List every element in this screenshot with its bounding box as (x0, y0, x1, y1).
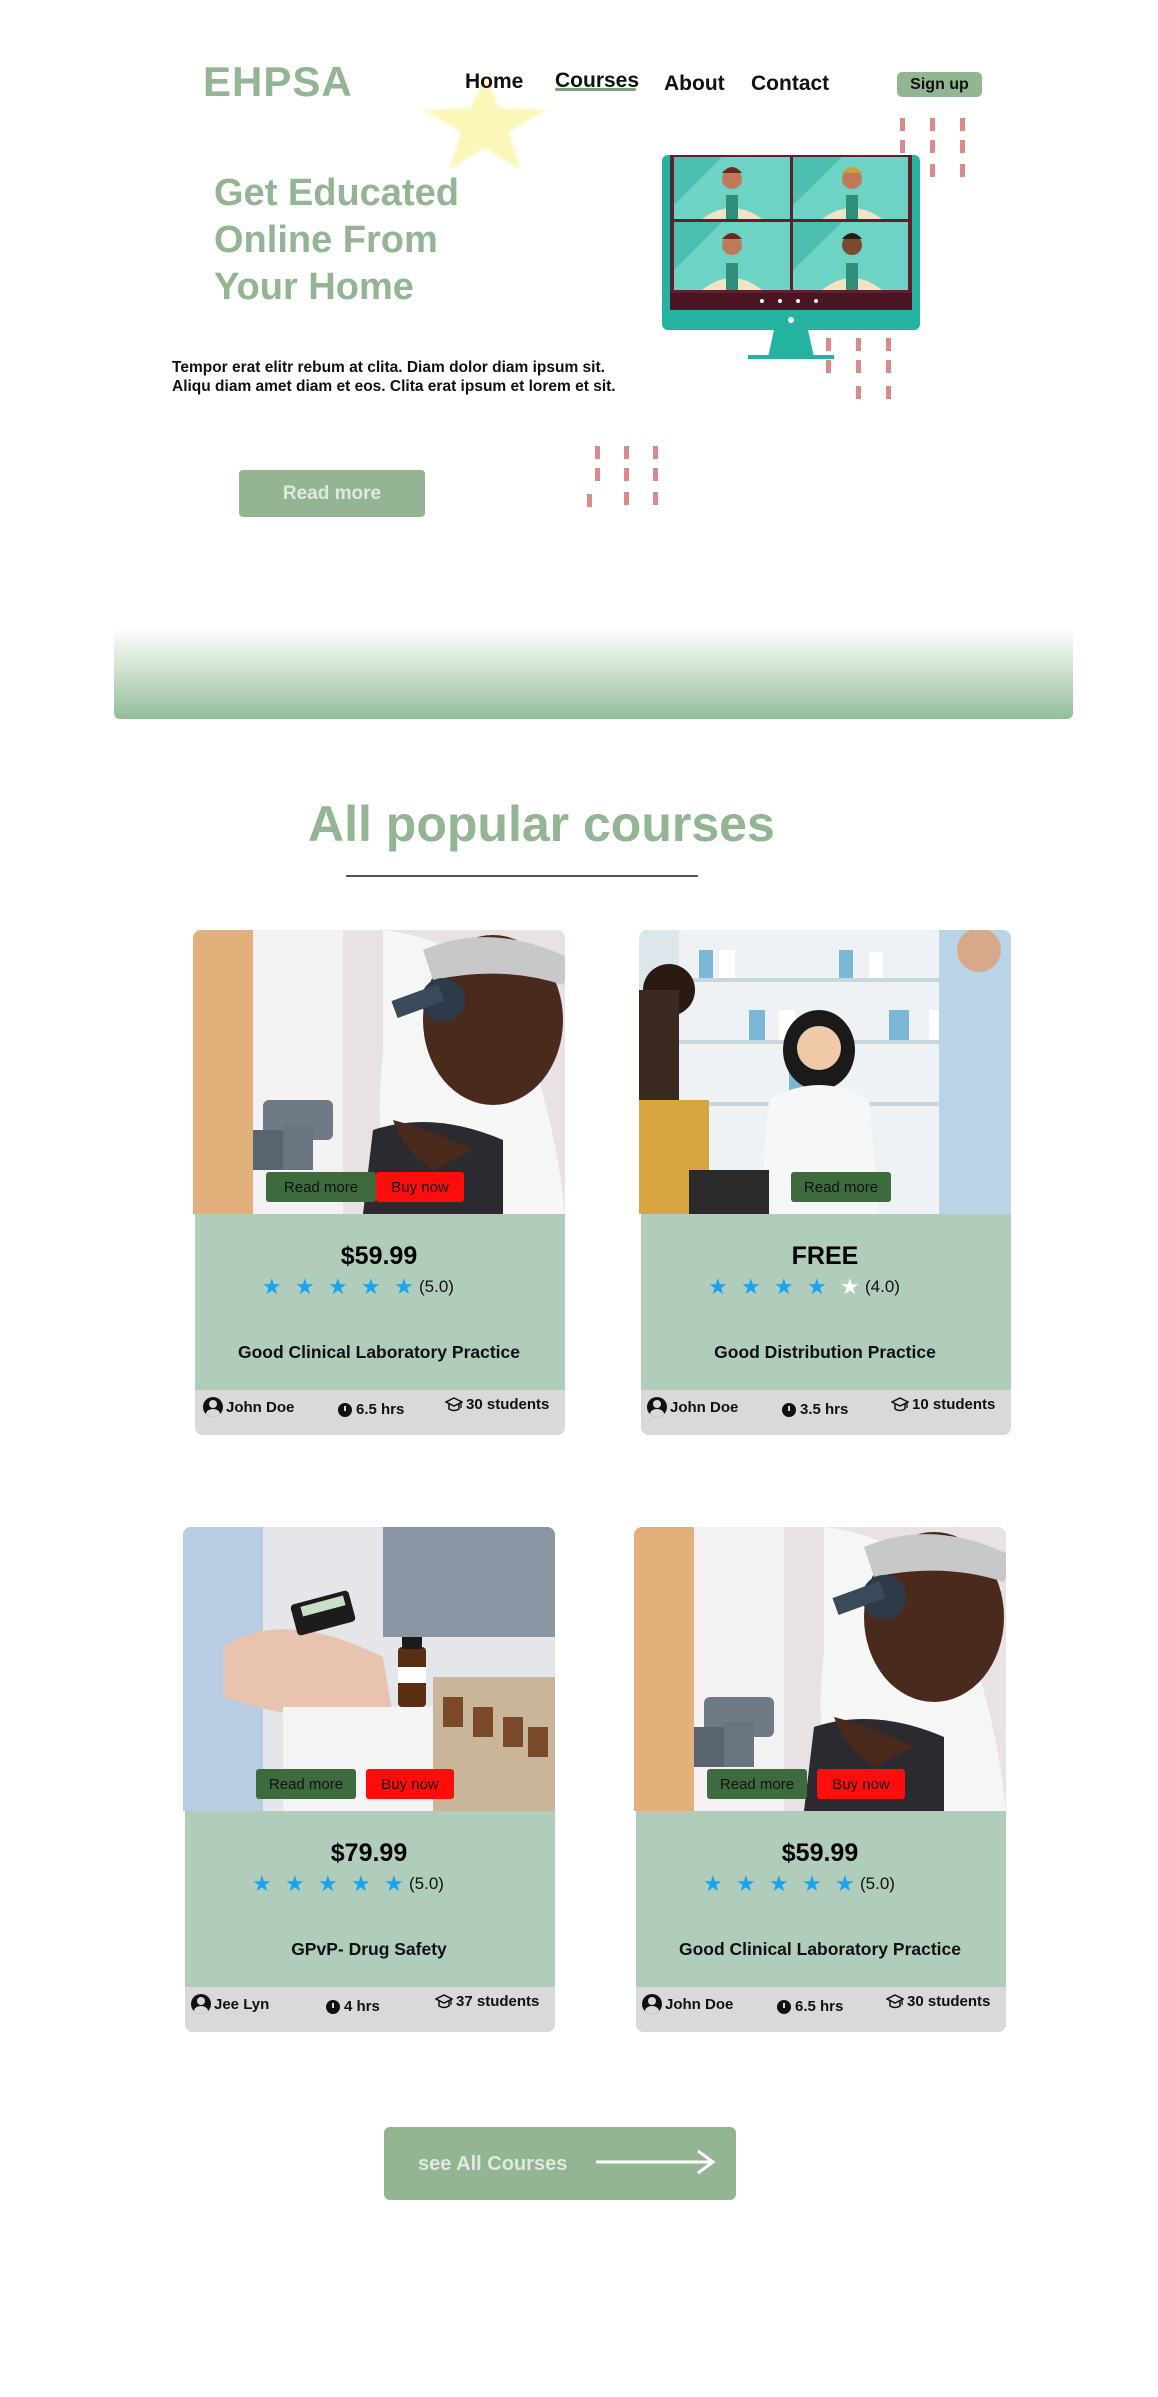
signup-button[interactable]: Sign up (897, 72, 982, 97)
star-filled-icon: ★ (295, 1274, 315, 1299)
course-title[interactable]: Good Distribution Practice (639, 1342, 1011, 1363)
course-students: 37 students (435, 1993, 539, 2010)
star-filled-icon: ★ (774, 1274, 794, 1299)
star-filled-icon: ★ (361, 1274, 381, 1299)
clock-icon (782, 1402, 796, 1417)
course-read-more-button[interactable]: Read more (266, 1172, 376, 1202)
course-students: 10 students (891, 1396, 995, 1413)
course-students-count: 37 students (456, 1993, 540, 2010)
see-all-courses-label: see All Courses (418, 2153, 568, 2175)
nav-contact[interactable]: Contact (751, 72, 829, 96)
course-author: John Doe (203, 1397, 294, 1417)
site-logo[interactable]: EHPSA (203, 58, 353, 106)
star-filled-icon: ★ (802, 1871, 822, 1896)
course-read-more-button[interactable]: Read more (791, 1172, 891, 1202)
star-filled-icon: ★ (285, 1871, 305, 1896)
course-read-more-button[interactable]: Read more (707, 1769, 807, 1799)
course-buy-now-button[interactable]: Buy now (376, 1172, 464, 1202)
rating-score: (5.0) (860, 1874, 895, 1893)
course-author-name: John Doe (670, 1398, 739, 1416)
graduation-cap-icon (445, 1396, 463, 1411)
course-title[interactable]: Good Clinical Laboratory Practice (193, 1342, 565, 1363)
course-duration: 4 hrs (326, 1998, 380, 2015)
graduation-cap-icon (891, 1396, 909, 1411)
course-card[interactable]: Read more Buy now $59.99 ★ ★ ★ ★ ★ (5.0) Good Cli… (193, 930, 565, 1435)
rating-score: (5.0) (419, 1277, 454, 1296)
course-students-count: 30 students (907, 1993, 991, 2010)
course-author-name: John Doe (665, 1995, 734, 2013)
user-avatar-icon (203, 1397, 223, 1417)
course-duration: 6.5 hrs (777, 1998, 843, 2015)
hero-description: Tempor erat elitr rebum at clita. Diam d… (172, 359, 616, 395)
course-author-name: Jee Lyn (214, 1995, 270, 2013)
course-author: John Doe (647, 1397, 738, 1417)
course-duration: 3.5 hrs (782, 1401, 848, 1418)
course-rating: ★ ★ ★ ★ ★ (4.0) (708, 1274, 900, 1300)
course-duration-value: 4 hrs (344, 1998, 380, 2015)
star-filled-icon: ★ (252, 1871, 272, 1896)
user-avatar-icon (647, 1397, 667, 1417)
star-filled-icon: ★ (703, 1871, 723, 1896)
clock-icon (777, 1999, 791, 2014)
hero-title: Get Educated Online From Your Home (214, 170, 544, 311)
course-rating: ★ ★ ★ ★ ★ (5.0) (252, 1871, 444, 1897)
user-avatar-icon (642, 1994, 662, 2014)
hero-read-more-button[interactable]: Read more (239, 470, 425, 517)
course-card[interactable]: Read more Buy now $59.99 ★ ★ ★ ★ ★ (5.0) Good Cli… (634, 1527, 1006, 2032)
course-duration-value: 6.5 hrs (795, 1998, 844, 2015)
star-filled-icon: ★ (736, 1871, 756, 1896)
hero-title-line: Get Educated (214, 172, 459, 214)
course-title[interactable]: Good Clinical Laboratory Practice (634, 1939, 1006, 1960)
course-rating: ★ ★ ★ ★ ★ (5.0) (703, 1871, 895, 1897)
course-price: $59.99 (781, 1839, 859, 1867)
rating-score: (4.0) (865, 1277, 900, 1296)
course-duration-value: 6.5 hrs (356, 1401, 405, 1418)
course-duration-value: 3.5 hrs (800, 1401, 849, 1418)
course-author-name: John Doe (226, 1398, 295, 1416)
course-students-count: 30 students (466, 1396, 550, 1413)
see-all-courses-button[interactable]: see All Courses (384, 2127, 736, 2200)
course-students: 30 students (445, 1396, 549, 1413)
course-students-count: 10 students (912, 1396, 996, 1413)
course-card[interactable]: Read more Buy now $79.99 ★ ★ ★ ★ ★ (5.0) GPvP- Dr… (183, 1527, 555, 2032)
course-author: Jee Lyn (191, 1994, 269, 2014)
course-buy-now-button[interactable]: Buy now (817, 1769, 905, 1799)
course-read-more-button[interactable]: Read more (256, 1769, 356, 1799)
popular-courses-underline (346, 875, 698, 877)
hero-title-line: Online From (214, 219, 438, 261)
graduation-cap-icon (886, 1993, 904, 2008)
hero-title-line: Your Home (214, 266, 414, 308)
course-price: $79.99 (330, 1839, 408, 1867)
star-filled-icon: ★ (769, 1871, 789, 1896)
star-filled-icon: ★ (807, 1274, 827, 1299)
clock-icon (338, 1402, 352, 1417)
course-price: FREE (791, 1242, 859, 1270)
nav-active-underline (555, 88, 636, 91)
video-call-monitor-illustration (662, 155, 920, 359)
course-rating: ★ ★ ★ ★ ★ (5.0) (262, 1274, 454, 1300)
course-card[interactable]: Read more FREE ★ ★ ★ ★ ★ (4.0) Good Distribution… (639, 930, 1011, 1435)
nav-home[interactable]: Home (465, 70, 523, 94)
star-filled-icon: ★ (328, 1274, 348, 1299)
star-filled-icon: ★ (741, 1274, 761, 1299)
course-students: 30 students (886, 1993, 990, 2010)
course-duration: 6.5 hrs (338, 1401, 404, 1418)
star-filled-icon: ★ (351, 1871, 371, 1896)
star-filled-icon: ★ (708, 1274, 728, 1299)
section-divider-band (114, 627, 1073, 719)
course-title[interactable]: GPvP- Drug Safety (183, 1939, 555, 1960)
graduation-cap-icon (435, 1993, 453, 2008)
course-author: John Doe (642, 1994, 733, 2014)
popular-courses-title: All popular courses (308, 796, 775, 852)
user-avatar-icon (191, 1994, 211, 2014)
course-buy-now-button[interactable]: Buy now (366, 1769, 454, 1799)
clock-icon (326, 1999, 340, 2014)
nav-about[interactable]: About (664, 72, 725, 96)
rating-score: (5.0) (409, 1874, 444, 1893)
star-filled-icon: ★ (262, 1274, 282, 1299)
arrow-right-icon (596, 2149, 716, 2175)
star-filled-icon: ★ (318, 1871, 338, 1896)
dash-pattern-bottom (587, 446, 667, 512)
course-price: $59.99 (340, 1242, 418, 1270)
